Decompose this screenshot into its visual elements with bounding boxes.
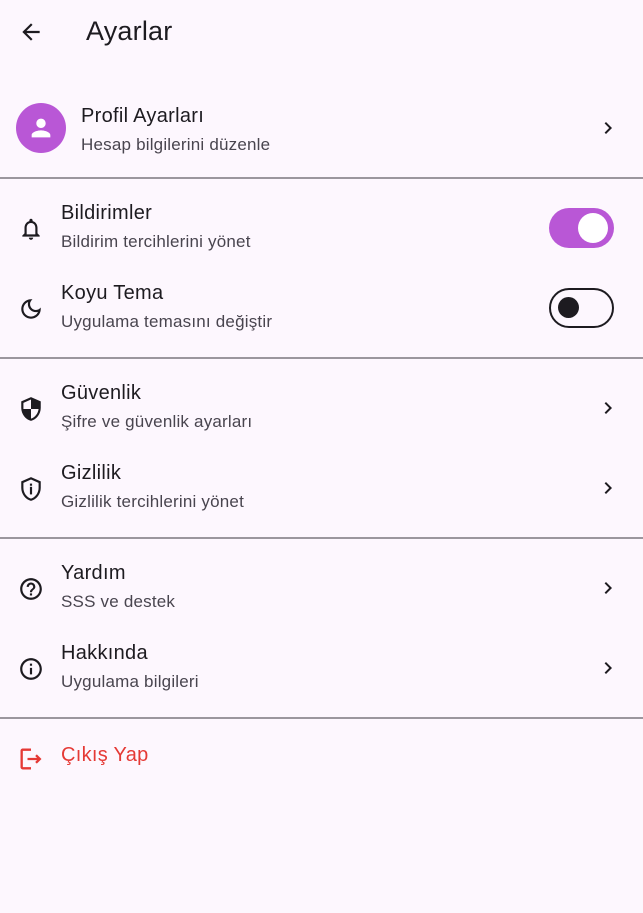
logout-icon <box>16 744 46 774</box>
avatar <box>16 103 66 153</box>
privacy-subtitle: Gizlilik tercihlerini yönet <box>61 492 245 511</box>
toggle-thumb <box>578 213 608 243</box>
help-subtitle: SSS ve destek <box>61 592 176 611</box>
bell-icon <box>16 214 46 244</box>
divider <box>0 717 643 719</box>
dark-theme-subtitle: Uygulama temasını değiştir <box>61 312 273 331</box>
help-item[interactable]: Yardım SSS ve destek <box>0 548 643 628</box>
person-icon <box>31 118 51 138</box>
security-title: Güvenlik <box>61 382 142 404</box>
profile-subtitle: Hesap bilgilerini düzenle <box>81 135 271 154</box>
privacy-shield-icon <box>16 474 46 504</box>
dark-theme-item[interactable]: Koyu Tema Uygulama temasını değiştir <box>0 268 643 348</box>
arrow-back-icon <box>22 23 40 41</box>
help-circle-icon <box>16 574 46 604</box>
shield-icon <box>16 394 46 424</box>
privacy-title: Gizlilik <box>61 462 122 484</box>
chevron-right-icon <box>604 402 612 414</box>
divider <box>0 537 643 539</box>
chevron-right-icon <box>604 482 612 494</box>
profile-settings-item[interactable]: Profil Ayarları Hesap bilgilerini düzenl… <box>0 88 643 168</box>
privacy-item[interactable]: Gizlilik Gizlilik tercihlerini yönet <box>0 448 643 528</box>
chevron-right-icon <box>604 582 612 594</box>
divider <box>0 357 643 359</box>
chevron-right-icon <box>604 122 612 134</box>
dark-theme-toggle[interactable] <box>549 288 614 328</box>
back-button[interactable] <box>8 9 54 55</box>
chevron-right-icon <box>604 662 612 674</box>
notifications-title: Bildirimler <box>61 202 153 224</box>
dark-theme-title: Koyu Tema <box>61 282 164 304</box>
page-title: Ayarlar <box>86 16 173 46</box>
logout-button[interactable]: Çıkış Yap <box>0 724 643 794</box>
profile-title: Profil Ayarları <box>81 105 205 127</box>
about-item[interactable]: Hakkında Uygulama bilgileri <box>0 628 643 708</box>
security-item[interactable]: Güvenlik Şifre ve güvenlik ayarları <box>0 368 643 448</box>
info-icon <box>16 654 46 684</box>
notifications-item[interactable]: Bildirimler Bildirim tercihlerini yönet <box>0 188 643 268</box>
notifications-subtitle: Bildirim tercihlerini yönet <box>61 232 251 251</box>
security-subtitle: Şifre ve güvenlik ayarları <box>61 412 253 431</box>
about-subtitle: Uygulama bilgileri <box>61 672 199 691</box>
moon-icon <box>16 294 46 324</box>
divider <box>0 177 643 179</box>
app-bar: Ayarlar <box>0 0 643 64</box>
logout-label: Çıkış Yap <box>61 744 149 766</box>
help-title: Yardım <box>61 562 126 584</box>
toggle-thumb <box>558 297 579 318</box>
about-title: Hakkında <box>61 642 148 664</box>
notifications-toggle[interactable] <box>549 208 614 248</box>
